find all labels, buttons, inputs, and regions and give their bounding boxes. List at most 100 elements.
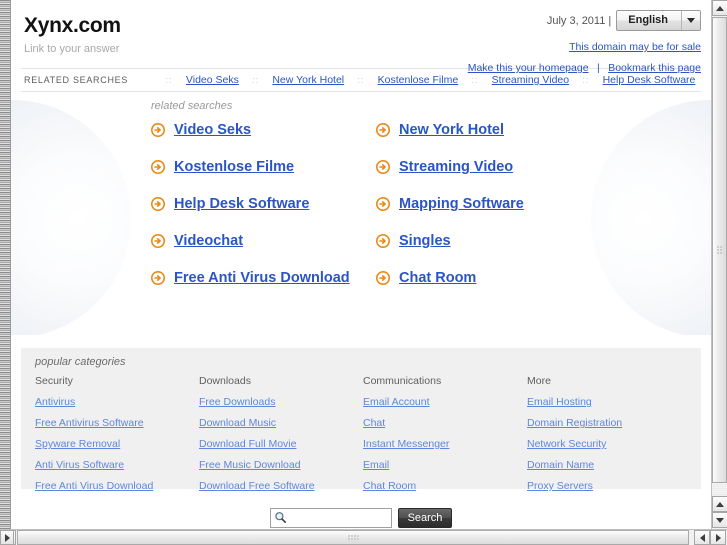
category-link[interactable]: Free Antivirus Software [35,417,199,429]
category-link[interactable]: Spyware Removal [35,438,199,450]
horizontal-scrollbar[interactable] [0,529,727,545]
hero-link-item[interactable]: Help Desk Software [151,196,376,212]
arrow-circle-right-icon [376,197,390,211]
scroll-down-button[interactable] [712,512,727,528]
navbar-separator: :: [357,75,365,85]
make-homepage-link[interactable]: Make this your homepage [468,62,589,74]
magnifier-icon [274,512,286,523]
arrow-circle-right-icon [151,123,165,137]
hero-link-item[interactable]: Streaming Video [376,159,701,175]
decorative-circle-left [11,100,131,335]
navbar-separator: :: [471,75,479,85]
category-link[interactable]: Chat Room [363,480,527,492]
category-link[interactable]: Download Full Movie [199,438,363,450]
arrow-circle-right-icon [151,271,165,285]
category-link[interactable]: Anti Virus Software [35,459,199,471]
horizontal-scrollbar-thumb[interactable] [17,530,689,545]
language-select[interactable]: English [616,10,701,31]
category-link[interactable]: Free Anti Virus Download [35,480,199,492]
hero-link-item[interactable]: Mapping Software [376,196,701,212]
chevron-down-icon [681,11,700,30]
navbar-link-0[interactable]: Video Seks [186,74,239,86]
scroll-left-button-secondary[interactable] [694,530,710,545]
category-title: Communications [363,375,442,387]
popular-categories-grid: Security Antivirus Free Antivirus Softwa… [35,375,691,501]
window-corner-marker [0,530,14,545]
hero-link-item[interactable]: New York Hotel [376,122,701,138]
arrow-circle-right-icon [151,234,165,248]
scroll-up-button-secondary[interactable] [712,496,727,512]
hero-link-item[interactable]: Video Seks [151,122,376,138]
bookmark-page-link[interactable]: Bookmark this page [608,62,701,74]
vertical-scrollbar-thumb[interactable] [712,17,727,483]
navbar-link-2[interactable]: Kostenlose Filme [378,74,459,86]
hero-link-label: Video Seks [174,122,252,138]
hero-link-item[interactable]: Free Anti Virus Download [151,270,376,286]
category-link[interactable]: Chat [363,417,527,429]
scroll-right-button[interactable] [710,530,726,545]
site-tagline: Link to your answer [24,43,120,55]
hero-link-item[interactable]: Videochat [151,233,376,249]
category-title: More [527,375,551,387]
header-utility-links-row: Make this your homepage | Bookmark this … [468,58,701,76]
hero-link-label: Help Desk Software [174,196,310,212]
hero-link-item[interactable]: Kostenlose Filme [151,159,376,175]
category-link[interactable]: Instant Messenger [363,438,527,450]
scroll-up-button[interactable] [712,0,727,16]
hero-link-label: Free Anti Virus Download [174,270,350,286]
related-searches-hero: related searches Video Seks New York Hot… [11,92,711,335]
category-link[interactable]: Download Music [199,417,363,429]
navbar-caption: RELATED SEARCHES [24,75,129,85]
category-link[interactable]: Free Downloads [199,396,363,408]
search-button[interactable]: Search [397,508,453,528]
hero-link-item[interactable]: Chat Room [376,270,701,286]
category-link[interactable]: Email Account [363,396,527,408]
category-title: Security [35,375,73,387]
triangle-up-icon [716,5,724,11]
site-logo-block[interactable]: Xynx.com Link to your answer [24,14,121,57]
scrollbar-grip-icon [347,534,359,541]
hero-link-label: New York Hotel [399,122,505,138]
hero-link-label: Mapping Software [399,196,524,212]
category-column-more: More Email Hosting Domain Registration N… [527,375,691,501]
hero-link-label: Kostenlose Filme [174,159,295,175]
category-link[interactable]: Email [363,459,527,471]
header-link-separator: | [597,62,600,74]
hero-link-label: Chat Room [399,270,477,286]
hero-link-label: Streaming Video [399,159,514,175]
hero-caption: related searches [151,100,233,112]
navbar-separator: :: [582,75,590,85]
domain-for-sale-row: This domain may be for sale [468,37,701,55]
arrow-circle-right-icon [151,197,165,211]
category-link[interactable]: Free Music Download [199,459,363,471]
hero-link-item[interactable]: Singles [376,233,701,249]
language-select-value: English [628,14,668,26]
category-link[interactable]: Download Free Software [199,480,363,492]
triangle-right-icon [715,533,721,542]
search-input[interactable] [288,509,389,529]
date-and-language-row: July 3, 2011 | English [468,10,701,31]
navbar-link-1[interactable]: New York Hotel [272,74,344,86]
search-field-wrapper[interactable] [269,508,392,529]
domain-for-sale-link[interactable]: This domain may be for sale [569,41,701,53]
category-link[interactable]: Domain Registration [527,417,691,429]
hero-links-grid: Video Seks New York Hotel Kostenlose Fil… [151,122,701,286]
category-link[interactable]: Antivirus [35,396,199,408]
category-link[interactable]: Proxy Servers [527,480,691,492]
page-header: Xynx.com Link to your answer July 3, 201… [11,0,711,74]
category-link[interactable]: Email Hosting [527,396,691,408]
triangle-down-icon [716,517,724,523]
browser-viewport: Xynx.com Link to your answer July 3, 201… [0,0,727,545]
navbar-separator: :: [252,75,260,85]
navbar-separator: :: [165,75,173,85]
site-title: Xynx.com [24,14,121,37]
category-link[interactable]: Domain Name [527,459,691,471]
header-right-block: July 3, 2011 | English This domain may b… [468,10,701,76]
window-left-edge-texture [0,0,11,529]
category-link[interactable]: Network Security [527,438,691,450]
arrow-circle-right-icon [151,160,165,174]
arrow-circle-right-icon [376,123,390,137]
triangle-up-icon [716,501,724,507]
vertical-scrollbar[interactable] [711,0,727,529]
category-title: Downloads [199,375,251,387]
